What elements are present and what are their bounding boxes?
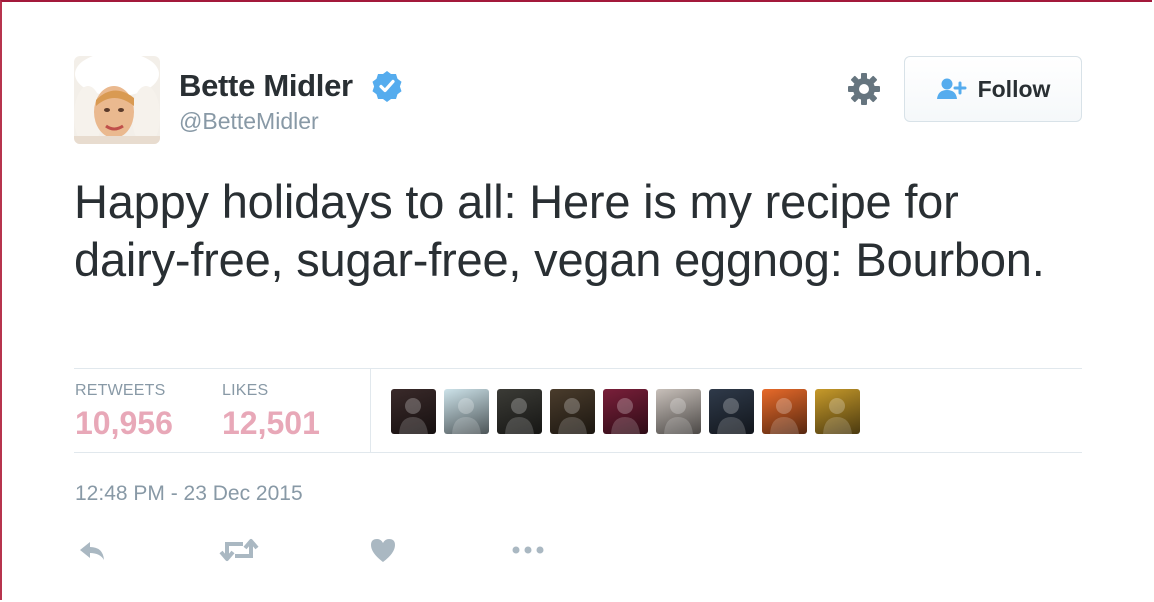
reply-icon bbox=[80, 542, 104, 560]
liker-avatar-1[interactable] bbox=[391, 389, 436, 434]
more-icon bbox=[512, 546, 544, 554]
retweets-count[interactable]: 10,956 bbox=[75, 405, 173, 442]
author-handle[interactable]: @BetteMidler bbox=[179, 108, 319, 135]
likes-count[interactable]: 12,501 bbox=[222, 405, 320, 442]
liker-avatar-7[interactable] bbox=[709, 389, 754, 434]
profile-photo bbox=[74, 56, 160, 144]
liker-avatars bbox=[391, 389, 860, 435]
follow-button-label: Follow bbox=[977, 75, 1051, 102]
like-button[interactable] bbox=[369, 534, 397, 566]
liker-avatar-5[interactable] bbox=[603, 389, 648, 434]
author-name[interactable]: Bette Midler bbox=[179, 68, 353, 104]
stats-divider bbox=[370, 369, 371, 452]
add-user-icon bbox=[936, 78, 967, 99]
follow-button[interactable]: Follow bbox=[904, 56, 1082, 122]
liker-avatar-4[interactable] bbox=[550, 389, 595, 434]
liker-avatar-9[interactable] bbox=[815, 389, 860, 434]
tweet-timestamp[interactable]: 12:48 PM - 23 Dec 2015 bbox=[75, 482, 303, 506]
reply-button[interactable] bbox=[76, 534, 108, 566]
liker-avatar-3[interactable] bbox=[497, 389, 542, 434]
liker-avatar-2[interactable] bbox=[444, 389, 489, 434]
tweet-text: Happy holidays to all: Here is my recipe… bbox=[74, 175, 1045, 286]
liker-avatar-8[interactable] bbox=[762, 389, 807, 434]
likes-label[interactable]: LIKES bbox=[222, 382, 268, 400]
retweets-label[interactable]: RETWEETS bbox=[75, 382, 166, 400]
retweet-button[interactable] bbox=[219, 534, 259, 566]
like-icon bbox=[371, 539, 395, 562]
retweet-icon bbox=[219, 539, 259, 561]
verified-badge-icon bbox=[372, 71, 402, 102]
liker-avatar-6[interactable] bbox=[656, 389, 701, 434]
gear-icon[interactable] bbox=[847, 72, 881, 106]
divider bbox=[74, 452, 1082, 453]
more-button[interactable] bbox=[510, 534, 546, 566]
author-avatar[interactable] bbox=[74, 56, 160, 144]
divider bbox=[74, 368, 1082, 369]
